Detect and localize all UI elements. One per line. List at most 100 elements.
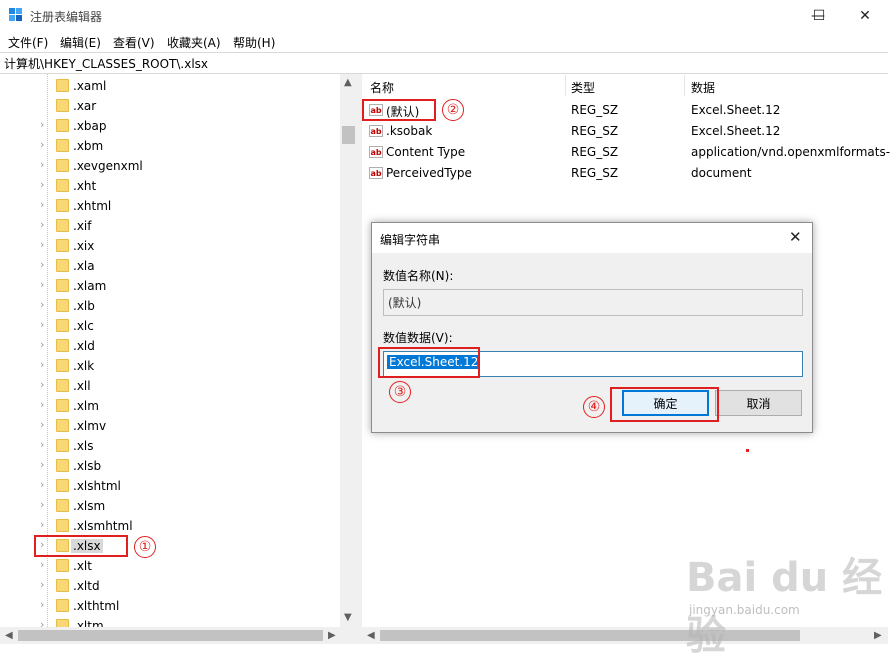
menu-favorites[interactable]: 收藏夹(A) (167, 34, 221, 51)
tree-item[interactable]: › .xbm (0, 136, 340, 156)
tree-item-label: .xht (73, 179, 97, 193)
chevron-right-icon[interactable]: › (40, 359, 50, 371)
value-type-cell[interactable]: REG_SZ (571, 166, 618, 180)
tree-item[interactable]: › .xlm (0, 396, 340, 416)
chevron-right-icon[interactable]: › (40, 159, 50, 171)
scroll-down-icon[interactable]: ▼ (344, 612, 352, 623)
dialog-close-icon[interactable]: ✕ (789, 228, 802, 246)
tree-item[interactable]: › .xht (0, 176, 340, 196)
chevron-right-icon[interactable]: › (40, 399, 50, 411)
chevron-right-icon[interactable]: › (40, 139, 50, 151)
chevron-right-icon[interactable]: › (40, 439, 50, 451)
tree-item[interactable]: › .xlk (0, 356, 340, 376)
annotation-box-value-data (378, 347, 480, 378)
tree-item-label: .xhtml (73, 199, 112, 213)
annotation-number-3: ③ (389, 381, 411, 403)
tree-item[interactable]: › .xlc (0, 316, 340, 336)
tree-item[interactable]: › .xbap (0, 116, 340, 136)
chevron-right-icon[interactable]: › (40, 419, 50, 431)
tree-item-label: .xbm (73, 139, 104, 153)
tree-item[interactable]: › .xif (0, 216, 340, 236)
tree-vertical-scrollbar[interactable] (340, 74, 357, 627)
value-data-label: 数值数据(V): (383, 331, 453, 345)
maximize-button[interactable]: ☐ (796, 0, 842, 31)
tree-item[interactable]: › .xls (0, 436, 340, 456)
scroll-left-icon[interactable]: ◀ (367, 630, 375, 641)
tree-item[interactable]: › .xevgenxml (0, 156, 340, 176)
folder-icon (56, 99, 69, 112)
value-data-cell[interactable]: Excel.Sheet.12 (691, 124, 780, 138)
chevron-right-icon[interactable]: › (40, 559, 50, 571)
folder-icon (56, 559, 69, 572)
menu-view[interactable]: 查看(V) (113, 34, 155, 51)
tree-item[interactable]: › .xix (0, 236, 340, 256)
column-header-name[interactable]: 名称 (370, 79, 394, 96)
value-data-cell[interactable]: Excel.Sheet.12 (691, 103, 780, 117)
chevron-right-icon[interactable]: › (40, 519, 50, 531)
tree-item-label: .xar (73, 99, 97, 113)
tree-item-label: .xla (73, 259, 95, 273)
tree-item[interactable]: › .xltm (0, 616, 340, 627)
tree-item[interactable]: .xar (0, 96, 340, 116)
value-type-cell[interactable]: REG_SZ (571, 145, 618, 159)
string-value-icon: ab (369, 146, 383, 158)
tree-item[interactable]: › .xlsb (0, 456, 340, 476)
chevron-right-icon[interactable]: › (40, 259, 50, 271)
tree-item[interactable]: › .xlsm (0, 496, 340, 516)
value-name-cell[interactable]: PerceivedType (386, 166, 472, 180)
value-data-cell[interactable]: document (691, 166, 752, 180)
chevron-right-icon[interactable]: › (40, 619, 50, 628)
tree-item[interactable]: › .xlsmhtml (0, 516, 340, 536)
value-type-cell[interactable]: REG_SZ (571, 124, 618, 138)
chevron-right-icon[interactable]: › (40, 199, 50, 211)
tree-item[interactable]: › .xltd (0, 576, 340, 596)
tree-item[interactable]: › .xla (0, 256, 340, 276)
chevron-right-icon[interactable]: › (40, 319, 50, 331)
annotation-number-4: ④ (583, 396, 605, 418)
chevron-right-icon[interactable]: › (40, 499, 50, 511)
chevron-right-icon[interactable]: › (40, 219, 50, 231)
column-separator[interactable] (684, 75, 685, 96)
chevron-right-icon[interactable]: › (40, 119, 50, 131)
tree-item[interactable]: › .xlam (0, 276, 340, 296)
chevron-right-icon[interactable]: › (40, 279, 50, 291)
folder-icon (56, 239, 69, 252)
folder-icon (56, 259, 69, 272)
tree-item[interactable]: › .xlthtml (0, 596, 340, 616)
menu-file[interactable]: 文件(F) (8, 34, 48, 51)
value-name-cell[interactable]: Content Type (386, 145, 465, 159)
column-header-data[interactable]: 数据 (691, 79, 715, 96)
chevron-right-icon[interactable]: › (40, 459, 50, 471)
tree-item[interactable]: › .xlshtml (0, 476, 340, 496)
chevron-right-icon[interactable]: › (40, 579, 50, 591)
chevron-right-icon[interactable]: › (40, 379, 50, 391)
tree-item[interactable]: › .xlmv (0, 416, 340, 436)
value-type-cell[interactable]: REG_SZ (571, 103, 618, 117)
column-header-type[interactable]: 类型 (571, 79, 595, 96)
chevron-right-icon[interactable]: › (40, 179, 50, 191)
chevron-right-icon[interactable]: › (40, 239, 50, 251)
menu-edit[interactable]: 编辑(E) (60, 34, 101, 51)
value-data-cell[interactable]: application/vnd.openxmlformats- (691, 145, 890, 159)
scroll-left-icon[interactable]: ◀ (5, 630, 13, 641)
tree-item[interactable]: › .xlt (0, 556, 340, 576)
tree-item[interactable]: .xaml (0, 76, 340, 96)
scroll-up-icon[interactable]: ▲ (344, 77, 352, 88)
menu-help[interactable]: 帮助(H) (233, 34, 275, 51)
tree-item[interactable]: › .xlb (0, 296, 340, 316)
chevron-right-icon[interactable]: › (40, 299, 50, 311)
value-name-cell[interactable]: .ksobak (386, 124, 432, 138)
tree-vertical-scroll-thumb[interactable] (342, 126, 355, 144)
tree-item[interactable]: › .xhtml (0, 196, 340, 216)
tree-item[interactable]: › .xld (0, 336, 340, 356)
tree-horizontal-scroll-thumb[interactable] (18, 630, 323, 641)
cancel-button[interactable]: 取消 (715, 390, 802, 416)
tree-item[interactable]: › .xll (0, 376, 340, 396)
chevron-right-icon[interactable]: › (40, 599, 50, 611)
address-path[interactable]: 计算机\HKEY_CLASSES_ROOT\.xlsx (4, 55, 208, 72)
chevron-right-icon[interactable]: › (40, 479, 50, 491)
chevron-right-icon[interactable]: › (40, 339, 50, 351)
close-button[interactable]: ✕ (842, 0, 888, 31)
scroll-right-icon[interactable]: ▶ (328, 630, 336, 641)
column-separator[interactable] (565, 75, 566, 96)
